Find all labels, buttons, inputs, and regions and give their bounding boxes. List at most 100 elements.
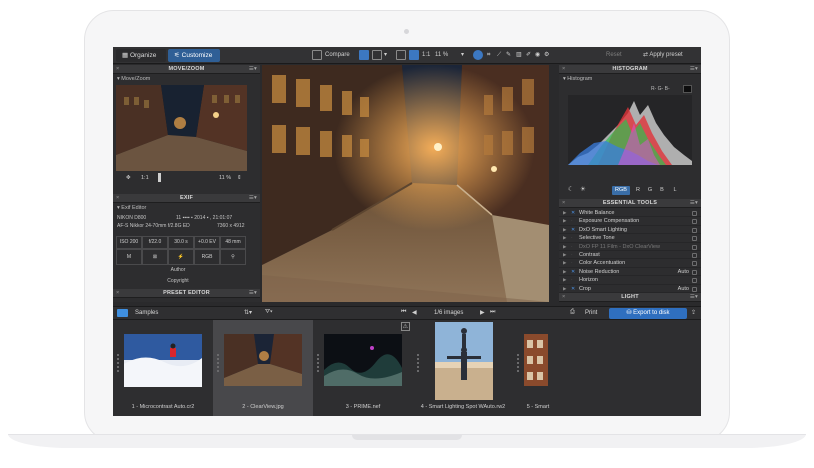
folder-name[interactable]: Samples	[135, 310, 158, 316]
zoom-ratio-label[interactable]: 1:1	[141, 175, 149, 181]
settings-icon[interactable]: ⚙	[544, 50, 549, 61]
disabled-check-icon[interactable]: ·	[571, 259, 576, 266]
move-icon[interactable]	[409, 50, 419, 60]
expand-arrow-icon[interactable]: ▶	[563, 209, 566, 217]
expand-arrow-icon[interactable]: ▶	[563, 251, 566, 259]
preset-toggle-icon[interactable]	[692, 211, 697, 216]
move-zoom-subheader[interactable]: ▾ Move/Zoom	[117, 76, 150, 82]
close-icon[interactable]: ×	[562, 65, 565, 74]
sun-icon[interactable]: ☀	[580, 185, 586, 193]
chevron-down-icon[interactable]: ▾	[461, 50, 464, 61]
expand-arrow-icon[interactable]: ▶	[563, 226, 566, 234]
share-icon[interactable]: ⇪	[691, 309, 696, 316]
preset-toggle-icon[interactable]	[692, 236, 697, 242]
tool-row[interactable]: ▶ ✕ Noise Reduction Auto	[559, 268, 701, 277]
author-field[interactable]: Author	[113, 267, 243, 273]
enabled-check-icon[interactable]: ✕	[571, 209, 576, 216]
drag-handle[interactable]	[517, 354, 519, 374]
preset-toggle-icon[interactable]	[692, 219, 697, 225]
zoom-percent-label[interactable]: 11 %	[219, 175, 231, 181]
last-image-icon[interactable]: ⏭	[490, 309, 495, 316]
film-item[interactable]: 1 - Microcontrast Auto.cr2	[113, 320, 213, 416]
navigator-thumbnail[interactable]	[116, 85, 247, 171]
enabled-check-icon[interactable]: ✕	[571, 268, 576, 275]
fit-screen-icon[interactable]	[396, 50, 406, 60]
film-item[interactable]: 4 - Smart Lighting Spot WAuto.rw2	[413, 320, 513, 416]
disabled-check-icon[interactable]: ·	[571, 276, 576, 283]
tool-row[interactable]: ▶ ✕ DxO Smart Lighting	[559, 226, 701, 235]
close-icon[interactable]: ×	[116, 289, 119, 298]
tool-row[interactable]: ▶ ✕ White Balance	[559, 209, 701, 218]
preset-toggle-icon[interactable]	[692, 253, 697, 258]
disabled-check-icon[interactable]: ·	[571, 243, 576, 250]
tool-row[interactable]: ▶ ✕ Crop Auto	[559, 285, 701, 293]
expand-arrow-icon[interactable]: ▶	[563, 285, 566, 293]
enabled-check-icon[interactable]: ✕	[571, 285, 576, 292]
chevron-down-icon[interactable]: ▾	[384, 50, 387, 61]
tool-row[interactable]: ▶ · Horizon	[559, 276, 701, 285]
crop-icon[interactable]: ⌗	[487, 50, 490, 61]
drag-handle[interactable]	[417, 354, 419, 374]
tool-row[interactable]: ▶ · DxO FP 11 Film - DxO ClearView	[559, 243, 701, 251]
stamp-icon[interactable]: ▥	[516, 50, 522, 61]
close-icon[interactable]: ×	[116, 65, 119, 74]
preset-toggle-icon[interactable]	[692, 269, 697, 275]
menu-icon[interactable]: ☰▾	[249, 194, 257, 203]
menu-icon[interactable]: ☰▾	[690, 293, 698, 302]
print-icon[interactable]: ⎙	[570, 309, 575, 316]
copyright-field[interactable]: Copyright	[113, 278, 243, 284]
tool-row[interactable]: ▶ · Color Accentuation	[559, 259, 701, 268]
apply-preset-button[interactable]: ⇄ Apply preset	[643, 50, 683, 61]
zoom-select[interactable]: 11 %	[435, 50, 448, 61]
channel-b-button[interactable]: B	[658, 186, 666, 195]
expand-arrow-icon[interactable]: ▶	[563, 243, 566, 251]
channel-r-button[interactable]: R	[634, 186, 642, 195]
expand-arrow-icon[interactable]: ▶	[563, 217, 566, 225]
close-icon[interactable]: ×	[562, 199, 565, 208]
preset-toggle-icon[interactable]	[692, 244, 697, 250]
drag-handle[interactable]	[117, 354, 119, 374]
enabled-check-icon[interactable]: ✕	[571, 226, 576, 233]
compare-icon[interactable]	[312, 50, 322, 60]
tool-row[interactable]: ▶ · Selective Tone	[559, 234, 701, 243]
histogram-subheader[interactable]: ▾ Histogram	[563, 76, 592, 82]
drag-handle[interactable]	[317, 354, 319, 374]
brush-icon[interactable]: ✐	[526, 50, 531, 61]
disabled-check-icon[interactable]: ·	[571, 234, 576, 241]
preset-toggle-icon[interactable]	[692, 227, 697, 233]
first-image-icon[interactable]: ⏮	[401, 309, 406, 316]
close-icon[interactable]: ×	[562, 293, 565, 302]
repair-icon[interactable]	[473, 50, 483, 60]
picker-icon[interactable]: ✎	[506, 50, 511, 61]
preset-toggle-icon[interactable]	[692, 286, 697, 292]
reset-button[interactable]: Reset	[606, 50, 622, 61]
compare-button[interactable]: Compare	[325, 50, 350, 61]
film-item-selected[interactable]: 2 - ClearView.jpg	[213, 320, 313, 416]
close-icon[interactable]: ×	[116, 194, 119, 203]
print-button[interactable]: Print	[585, 310, 597, 316]
straighten-icon[interactable]: ⟋	[497, 50, 501, 61]
expand-arrow-icon[interactable]: ▶	[563, 268, 566, 276]
expand-arrow-icon[interactable]: ▶	[563, 276, 566, 284]
tab-customize[interactable]: ⚟ Customize	[168, 49, 220, 62]
split-view-icon[interactable]	[372, 50, 382, 60]
tool-row[interactable]: ▶ · Exposure Compensation	[559, 217, 701, 226]
eye-icon[interactable]: ◉	[535, 50, 540, 61]
filter-icon[interactable]: ⛛▾	[265, 309, 273, 316]
zoom-slider-handle[interactable]	[158, 173, 161, 182]
menu-icon[interactable]: ☰▾	[690, 65, 698, 74]
channel-rgb-button[interactable]: RGB	[612, 186, 630, 195]
move-icon[interactable]: ✥	[126, 175, 131, 181]
sort-icon[interactable]: ⇅▾	[244, 309, 252, 316]
film-item[interactable]: 5 - Smart	[513, 320, 563, 416]
previous-image-icon[interactable]: ◀	[412, 309, 417, 316]
export-to-disk-button[interactable]: ⛁ Export to disk	[609, 308, 687, 319]
next-image-icon[interactable]: ▶	[480, 309, 485, 316]
menu-icon[interactable]: ☰▾	[249, 289, 257, 298]
expand-arrow-icon[interactable]: ▶	[563, 234, 566, 242]
zoom-ratio[interactable]: 1:1	[422, 50, 430, 61]
main-image-viewer[interactable]	[262, 65, 549, 302]
preset-toggle-icon[interactable]	[692, 261, 697, 267]
drag-handle[interactable]	[217, 354, 219, 374]
stepper-icon[interactable]: ⇕	[237, 175, 242, 181]
